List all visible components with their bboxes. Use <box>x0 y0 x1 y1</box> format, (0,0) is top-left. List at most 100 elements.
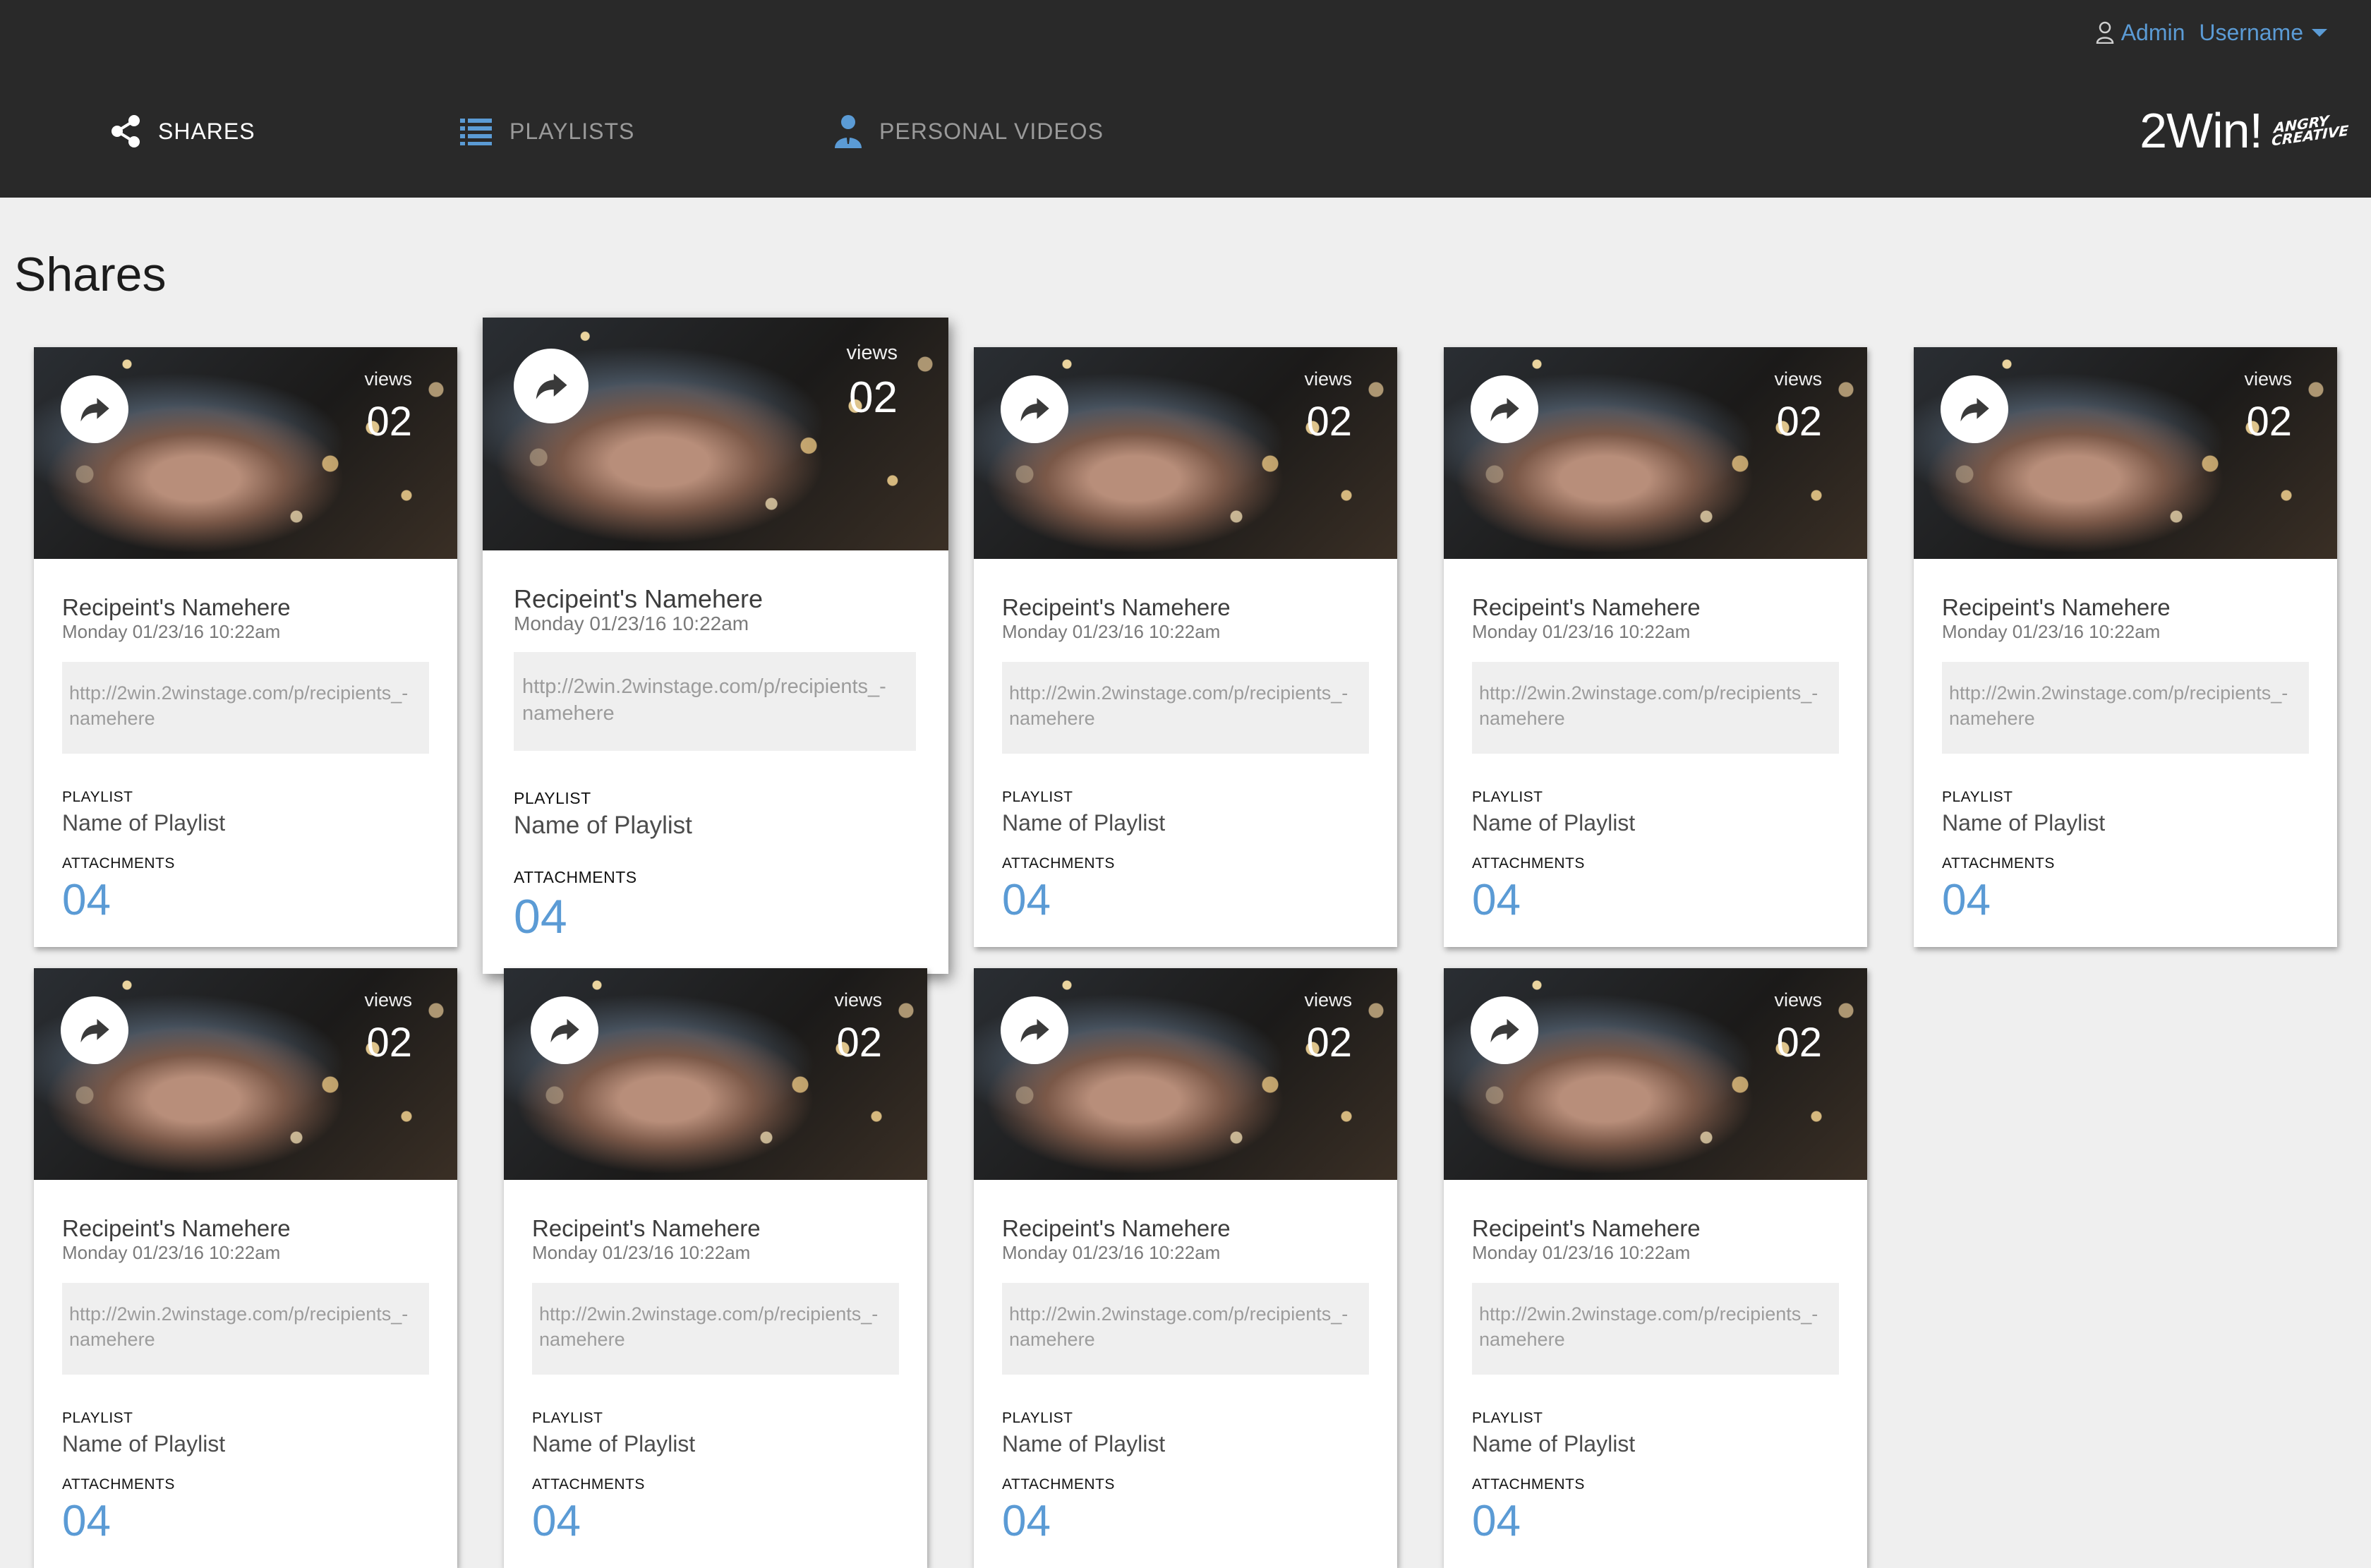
views-label: views <box>1304 989 1352 1011</box>
share-link[interactable]: http://2win.2winstage.com/p/recipients_-… <box>1002 662 1369 754</box>
share-arrow-icon <box>550 1018 579 1043</box>
playlist-label: PLAYLIST <box>1002 1410 1073 1426</box>
views-label: views <box>834 989 882 1011</box>
nav-shares-label: SHARES <box>158 118 255 144</box>
share-button[interactable] <box>514 349 589 423</box>
video-thumbnail[interactable]: views 02 <box>504 968 927 1180</box>
brand-logo[interactable]: 2Win! ANGRY CREATIVE <box>2140 102 2349 159</box>
share-link-line2: namehere <box>1949 708 2035 729</box>
share-arrow-icon <box>1490 397 1519 422</box>
share-link[interactable]: http://2win.2winstage.com/p/recipients_-… <box>1472 1283 1839 1375</box>
share-button[interactable] <box>1001 996 1068 1064</box>
playlist-label: PLAYLIST <box>1942 789 2013 805</box>
share-button[interactable] <box>1471 996 1538 1064</box>
playlist-name: Name of Playlist <box>1002 810 1166 836</box>
video-thumbnail[interactable]: views 02 <box>974 347 1397 559</box>
share-button[interactable] <box>1941 375 2008 443</box>
nav-personal-videos[interactable]: PERSONAL VIDEOS <box>834 106 1104 157</box>
share-link[interactable]: http://2win.2winstage.com/p/recipients_-… <box>1002 1283 1369 1375</box>
share-link[interactable]: http://2win.2winstage.com/p/recipients_-… <box>532 1283 899 1375</box>
video-thumbnail[interactable]: views 02 <box>1444 968 1867 1180</box>
share-card[interactable]: views 02 Recipeint's Namehere Monday 01/… <box>974 347 1397 947</box>
share-card[interactable]: views 02 Recipeint's Namehere Monday 01/… <box>504 968 927 1568</box>
share-date: Monday 01/23/16 10:22am <box>1002 1242 1221 1263</box>
username[interactable]: Username <box>2199 20 2303 46</box>
share-date: Monday 01/23/16 10:22am <box>62 1242 281 1263</box>
views-label: views <box>2244 368 2292 390</box>
attachments-label: ATTACHMENTS <box>1002 1476 1115 1492</box>
attachments-count: 04 <box>1472 1497 1521 1545</box>
share-button[interactable] <box>1471 375 1538 443</box>
share-date: Monday 01/23/16 10:22am <box>532 1242 751 1263</box>
playlist-name: Name of Playlist <box>1472 1431 1636 1457</box>
nav-playlists[interactable]: PLAYLISTS <box>460 106 634 157</box>
user-role: Admin <box>2120 19 2185 45</box>
playlist-label: PLAYLIST <box>62 789 133 805</box>
share-date: Monday 01/23/16 10:22am <box>1472 621 1691 642</box>
playlist-label: PLAYLIST <box>532 1410 603 1426</box>
views-count: 02 <box>836 1020 882 1066</box>
attachments-count: 04 <box>1472 876 1521 924</box>
share-button[interactable] <box>531 996 598 1064</box>
nav-shares[interactable]: SHARES <box>110 106 255 157</box>
video-thumbnail[interactable]: views 02 <box>1444 347 1867 559</box>
views-count: 02 <box>1306 399 1352 445</box>
attachments-count: 04 <box>62 876 111 924</box>
playlist-label: PLAYLIST <box>62 1410 133 1426</box>
share-card[interactable]: views 02 Recipeint's Namehere Monday 01/… <box>1444 968 1867 1568</box>
brand-name: 2Win! <box>2140 103 2263 158</box>
attachments-label: ATTACHMENTS <box>1002 855 1115 872</box>
share-button[interactable] <box>1001 375 1068 443</box>
playlist-name: Name of Playlist <box>62 810 226 836</box>
share-card[interactable]: views 02 Recipeint's Namehere Monday 01/… <box>1914 347 2337 947</box>
share-card[interactable]: views 02 Recipeint's Namehere Monday 01/… <box>34 347 457 947</box>
top-header: Admin Username SHARES PLAYLISTS PERSONAL… <box>0 0 2371 198</box>
share-button[interactable] <box>61 996 128 1064</box>
share-link[interactable]: http://2win.2winstage.com/p/recipients_-… <box>1942 662 2309 754</box>
video-thumbnail[interactable]: views 02 <box>1914 347 2337 559</box>
share-arrow-icon <box>1960 397 1989 422</box>
views-count: 02 <box>2246 399 2292 445</box>
views-label: views <box>846 342 898 364</box>
share-link-line1: http://2win.2winstage.com/p/recipients_- <box>1949 682 2288 704</box>
playlist-label: PLAYLIST <box>1002 789 1073 805</box>
person-icon <box>835 115 862 148</box>
playlist-label: PLAYLIST <box>1472 1410 1543 1426</box>
recipient-name: Recipeint's Namehere <box>1002 1215 1231 1241</box>
chevron-down-icon[interactable] <box>2310 27 2329 38</box>
share-card[interactable]: views 02 Recipeint's Namehere Monday 01/… <box>483 318 948 974</box>
share-link-line2: namehere <box>69 1329 155 1350</box>
share-card[interactable]: views 02 Recipeint's Namehere Monday 01/… <box>974 968 1397 1568</box>
share-arrow-icon <box>1020 1018 1049 1043</box>
playlist-label: PLAYLIST <box>514 789 591 807</box>
playlist-name: Name of Playlist <box>1472 810 1636 836</box>
share-card[interactable]: views 02 Recipeint's Namehere Monday 01/… <box>1444 347 1867 947</box>
video-thumbnail[interactable]: views 02 <box>34 968 457 1180</box>
attachments-count: 04 <box>62 1497 111 1545</box>
views-label: views <box>1774 368 1822 390</box>
recipient-name: Recipeint's Namehere <box>1942 594 2171 620</box>
share-link[interactable]: http://2win.2winstage.com/p/recipients_-… <box>514 652 916 751</box>
user-menu[interactable]: Admin Username <box>2096 16 2329 49</box>
share-link[interactable]: http://2win.2winstage.com/p/recipients_-… <box>1472 662 1839 754</box>
share-link-line1: http://2win.2winstage.com/p/recipients_- <box>1009 682 1349 704</box>
video-thumbnail[interactable]: views 02 <box>974 968 1397 1180</box>
share-icon <box>111 115 140 147</box>
share-link-line1: http://2win.2winstage.com/p/recipients_- <box>522 675 886 698</box>
share-button[interactable] <box>61 375 128 443</box>
share-link-line1: http://2win.2winstage.com/p/recipients_- <box>1479 682 1818 704</box>
share-link-line2: namehere <box>69 708 155 729</box>
share-card[interactable]: views 02 Recipeint's Namehere Monday 01/… <box>34 968 457 1568</box>
share-link-line2: namehere <box>1009 1329 1095 1350</box>
video-thumbnail[interactable]: views 02 <box>34 347 457 559</box>
share-link[interactable]: http://2win.2winstage.com/p/recipients_-… <box>62 662 429 754</box>
recipient-name: Recipeint's Namehere <box>1472 594 1701 620</box>
share-date: Monday 01/23/16 10:22am <box>62 621 281 642</box>
share-link-line1: http://2win.2winstage.com/p/recipients_- <box>69 682 409 704</box>
recipient-name: Recipeint's Namehere <box>62 1215 291 1241</box>
attachments-count: 04 <box>1002 1497 1051 1545</box>
recipient-name: Recipeint's Namehere <box>1472 1215 1701 1241</box>
video-thumbnail[interactable]: views 02 <box>483 318 948 550</box>
share-arrow-icon <box>80 1018 109 1043</box>
share-link[interactable]: http://2win.2winstage.com/p/recipients_-… <box>62 1283 429 1375</box>
